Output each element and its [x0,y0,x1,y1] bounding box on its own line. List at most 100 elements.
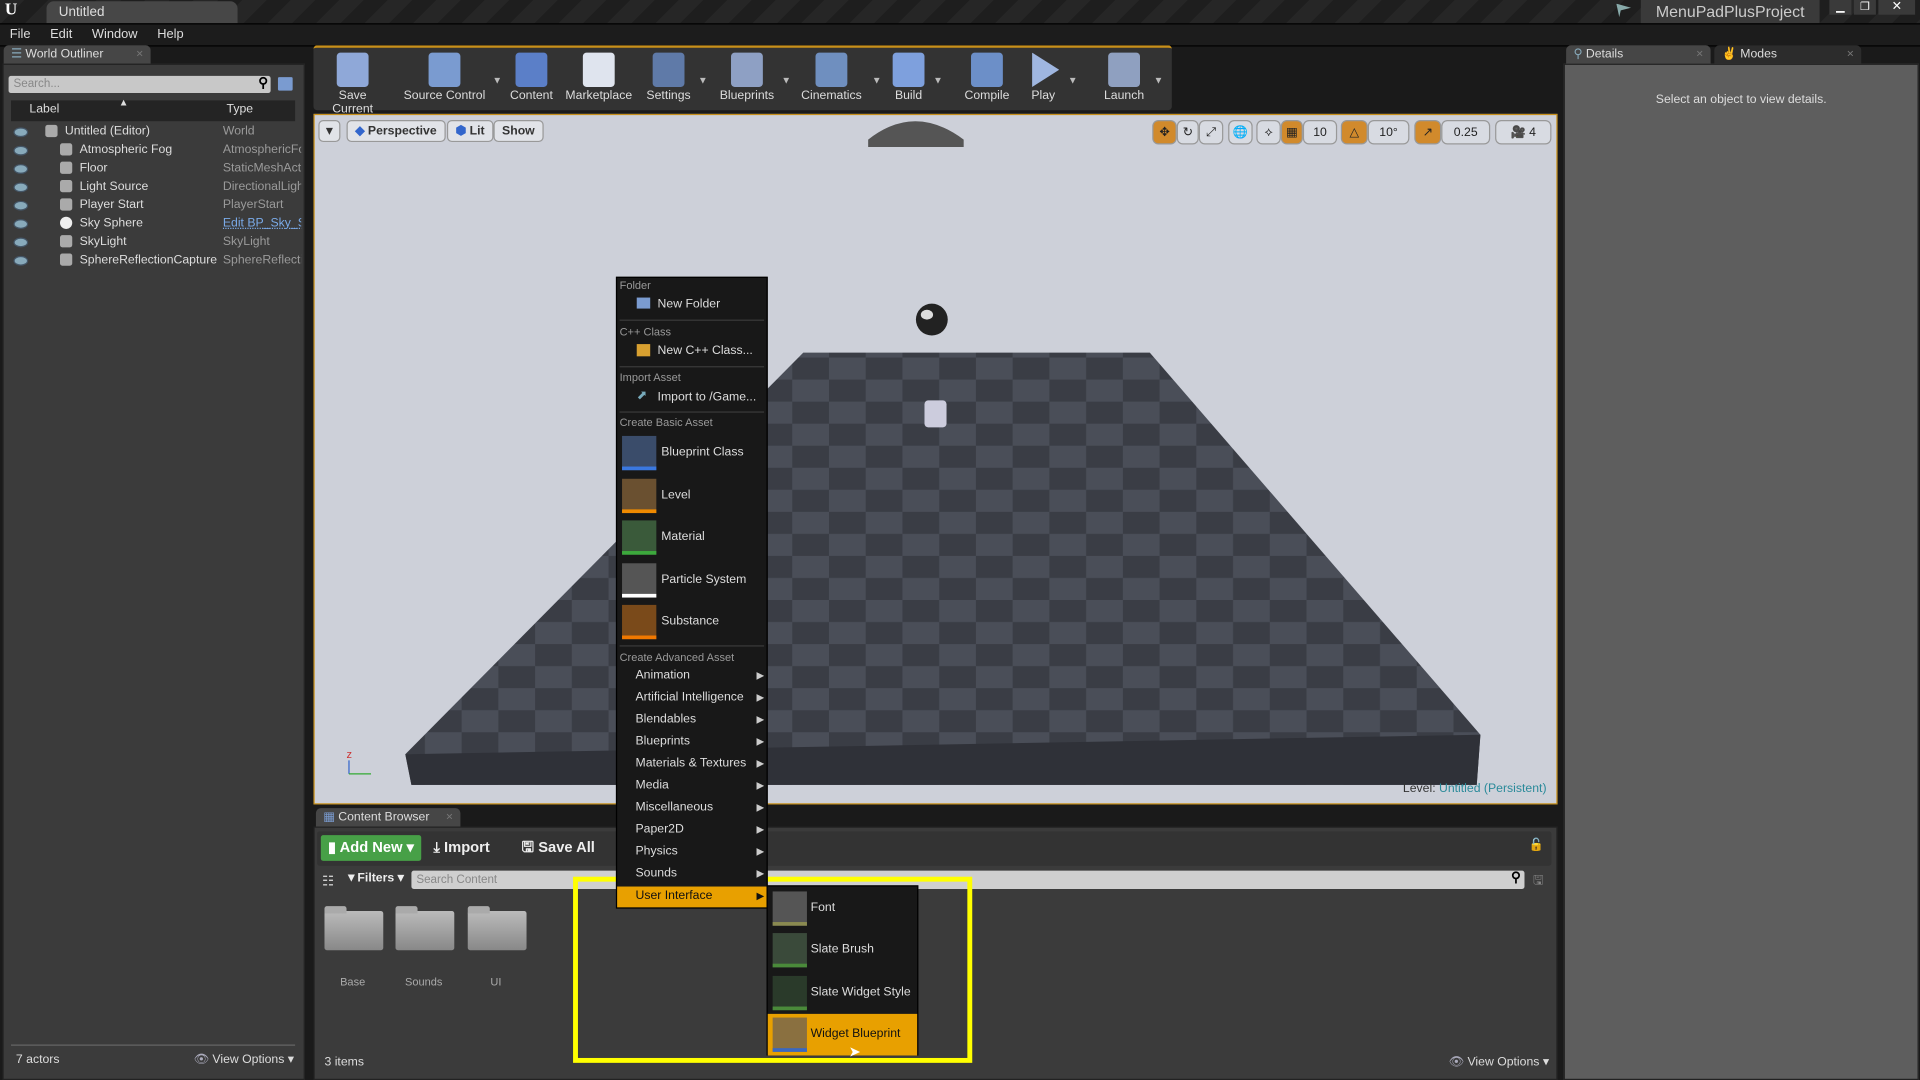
menu-item-blendables[interactable]: Blendables ▶ [617,710,766,731]
menu-file[interactable]: File [0,24,40,45]
camera-speed[interactable]: 🎥 4 [1495,120,1552,145]
tab-content-browser[interactable]: ▦ Content Browser × [315,808,461,827]
visibility-eye-icon[interactable] [13,219,29,229]
close-icon[interactable]: × [1696,45,1703,63]
minimize-button[interactable]: ▁ [1829,0,1852,15]
menu-item-material[interactable]: Material [617,518,766,557]
scale-tool[interactable]: ⤢ [1198,120,1224,145]
filters-button[interactable]: ▼Filters ▾ [345,872,403,885]
close-icon[interactable]: × [446,808,453,826]
toolbar-marketplace-button[interactable]: Marketplace [563,48,634,109]
menu-item-level[interactable]: Level [617,476,766,515]
toolbar-compile-button[interactable]: Compile [962,48,1011,109]
lock-icon[interactable]: 🔓 [1529,839,1544,852]
toolbar-blueprints-button[interactable]: Blueprints ▼ [718,48,791,109]
show-button[interactable]: Show [493,120,544,143]
close-button[interactable]: ✕ [1878,0,1916,15]
perspective-button[interactable]: ◆ Perspective [346,120,446,143]
cb-view-options-button[interactable]: 👁 View Options ▾ [1449,1056,1549,1069]
menu-item-slate-brush[interactable]: Slate Brush [768,930,917,972]
menu-help[interactable]: Help [147,24,193,45]
close-icon[interactable]: × [1847,45,1854,63]
rotation-snap-toggle[interactable]: △ [1340,120,1368,145]
menu-item-artificial-intelligence[interactable]: Artificial Intelligence ▶ [617,688,766,709]
tab-details[interactable]: ⚲ Details × [1566,45,1711,64]
toolbar-save-current-button[interactable]: Save Current [318,48,387,116]
dropdown-arrow-icon[interactable]: ▼ [1068,75,1078,86]
scale-snap-value[interactable]: 0.25 [1441,120,1491,145]
visibility-eye-icon[interactable] [13,145,29,156]
visibility-eye-icon[interactable] [13,164,29,174]
scale-snap-toggle[interactable]: ↗ [1414,120,1442,145]
menu-item-media[interactable]: Media ▶ [617,776,766,797]
rotate-tool[interactable]: ↻ [1176,120,1199,145]
rotation-snap-value[interactable]: 10° [1367,120,1410,145]
dropdown-arrow-icon[interactable]: ▼ [781,75,791,86]
toolbar-content-button[interactable]: Content [507,48,556,109]
toolbar-source-control-button[interactable]: Source Control ▼ [402,48,502,109]
feedback-icon[interactable] [1616,3,1632,18]
tab-world-outliner[interactable]: ☰ World Outliner × [3,45,151,64]
menu-item-particle-system[interactable]: Particle System [617,560,766,599]
menu-item-physics[interactable]: Physics ▶ [617,842,766,863]
menu-item-import[interactable]: ⬈ Import to /Game... [617,387,766,407]
outliner-row[interactable]: Untitled (Editor) World [11,122,302,140]
dropdown-arrow-icon[interactable]: ▼ [492,75,502,86]
world-local-toggle[interactable]: 🌐 [1228,120,1253,145]
translate-tool[interactable]: ✥ [1152,120,1177,145]
menu-item-slate-widget-style[interactable]: Slate Widget Style [768,972,917,1014]
menu-item-sounds[interactable]: Sounds ▶ [617,864,766,885]
dropdown-arrow-icon[interactable]: ▼ [1154,75,1164,86]
lit-button[interactable]: ⬢ Lit [446,120,494,143]
visibility-eye-icon[interactable] [13,127,29,138]
add-folder-icon[interactable] [277,77,293,91]
dropdown-arrow-icon[interactable]: ▼ [933,75,943,86]
dropdown-arrow-icon[interactable]: ▼ [698,75,708,86]
level-viewport[interactable]: z ▾ ◆ Perspective ⬢ Lit Show ✥ ↻ ⤢ 🌐 ⟡ ▦… [313,113,1558,805]
outliner-search-input[interactable]: Search... ⚲ [8,75,271,94]
folder-base[interactable] [324,906,384,951]
toolbar-play-button[interactable]: Play ▼ [1024,48,1078,109]
dropdown-arrow-icon[interactable]: ▼ [872,75,882,86]
menu-item-new-folder[interactable]: New Folder [617,294,766,314]
folder-ui[interactable] [467,906,527,951]
menu-item-font[interactable]: Font [768,888,917,930]
menu-item-widget-blueprint[interactable]: Widget Blueprint [767,1013,918,1056]
menu-edit[interactable]: Edit [40,24,82,45]
outliner-row[interactable]: Floor StaticMeshActor [11,159,302,177]
col-type[interactable]: Type [227,103,254,116]
view-options-button[interactable]: 👁 View Options ▾ [193,1053,293,1066]
outliner-row[interactable]: SphereReflectionCapture SphereReflectionC… [11,251,302,269]
visibility-eye-icon[interactable] [13,182,29,193]
maximize-button[interactable]: ❐ [1853,0,1876,15]
menu-item-blueprints[interactable]: Blueprints ▶ [617,732,766,753]
menu-item-user-interface[interactable]: User Interface ▶ [617,886,767,908]
menu-item-substance[interactable]: Substance [617,602,766,641]
document-tab[interactable]: Untitled [46,1,238,24]
toolbar-settings-button[interactable]: Settings ▼ [644,48,708,109]
col-label[interactable]: Label [29,103,59,116]
visibility-eye-icon[interactable] [13,237,29,248]
close-icon[interactable]: × [136,45,143,63]
menu-item-miscellaneous[interactable]: Miscellaneous ▶ [617,798,766,819]
visibility-eye-icon[interactable] [13,255,29,266]
import-button[interactable]: ⤓ Import [433,835,489,861]
outliner-row[interactable]: SkyLight SkyLight [11,233,302,251]
folder-sounds[interactable] [395,906,455,951]
menu-item-materials-textures[interactable]: Materials & Textures ▶ [617,754,766,775]
grid-snap-value[interactable]: 10 [1302,120,1338,145]
save-search-icon[interactable]: 🖫 [1533,872,1543,893]
grid-snap-toggle[interactable]: ▦ [1280,120,1303,145]
toolbar-launch-button[interactable]: Launch ▼ [1100,48,1163,109]
menu-item-new-cpp-class[interactable]: New C++ Class... [617,340,766,360]
toolbar-build-button[interactable]: Build ▼ [889,48,943,109]
row-type[interactable]: Edit BP_Sky_Sphere [223,214,301,232]
save-all-button[interactable]: 🖫 Save All [522,835,595,861]
visibility-eye-icon[interactable] [13,200,29,211]
outliner-row[interactable]: Atmospheric Fog AtmosphericFog [11,141,302,159]
viewport-options-button[interactable]: ▾ [318,120,341,143]
outliner-row[interactable]: Player Start PlayerStart [11,196,302,214]
tab-modes[interactable]: ✌ Modes × [1714,45,1862,64]
menu-item-animation[interactable]: Animation ▶ [617,666,766,687]
menu-item-blueprint-class[interactable]: Blueprint Class [617,433,766,472]
